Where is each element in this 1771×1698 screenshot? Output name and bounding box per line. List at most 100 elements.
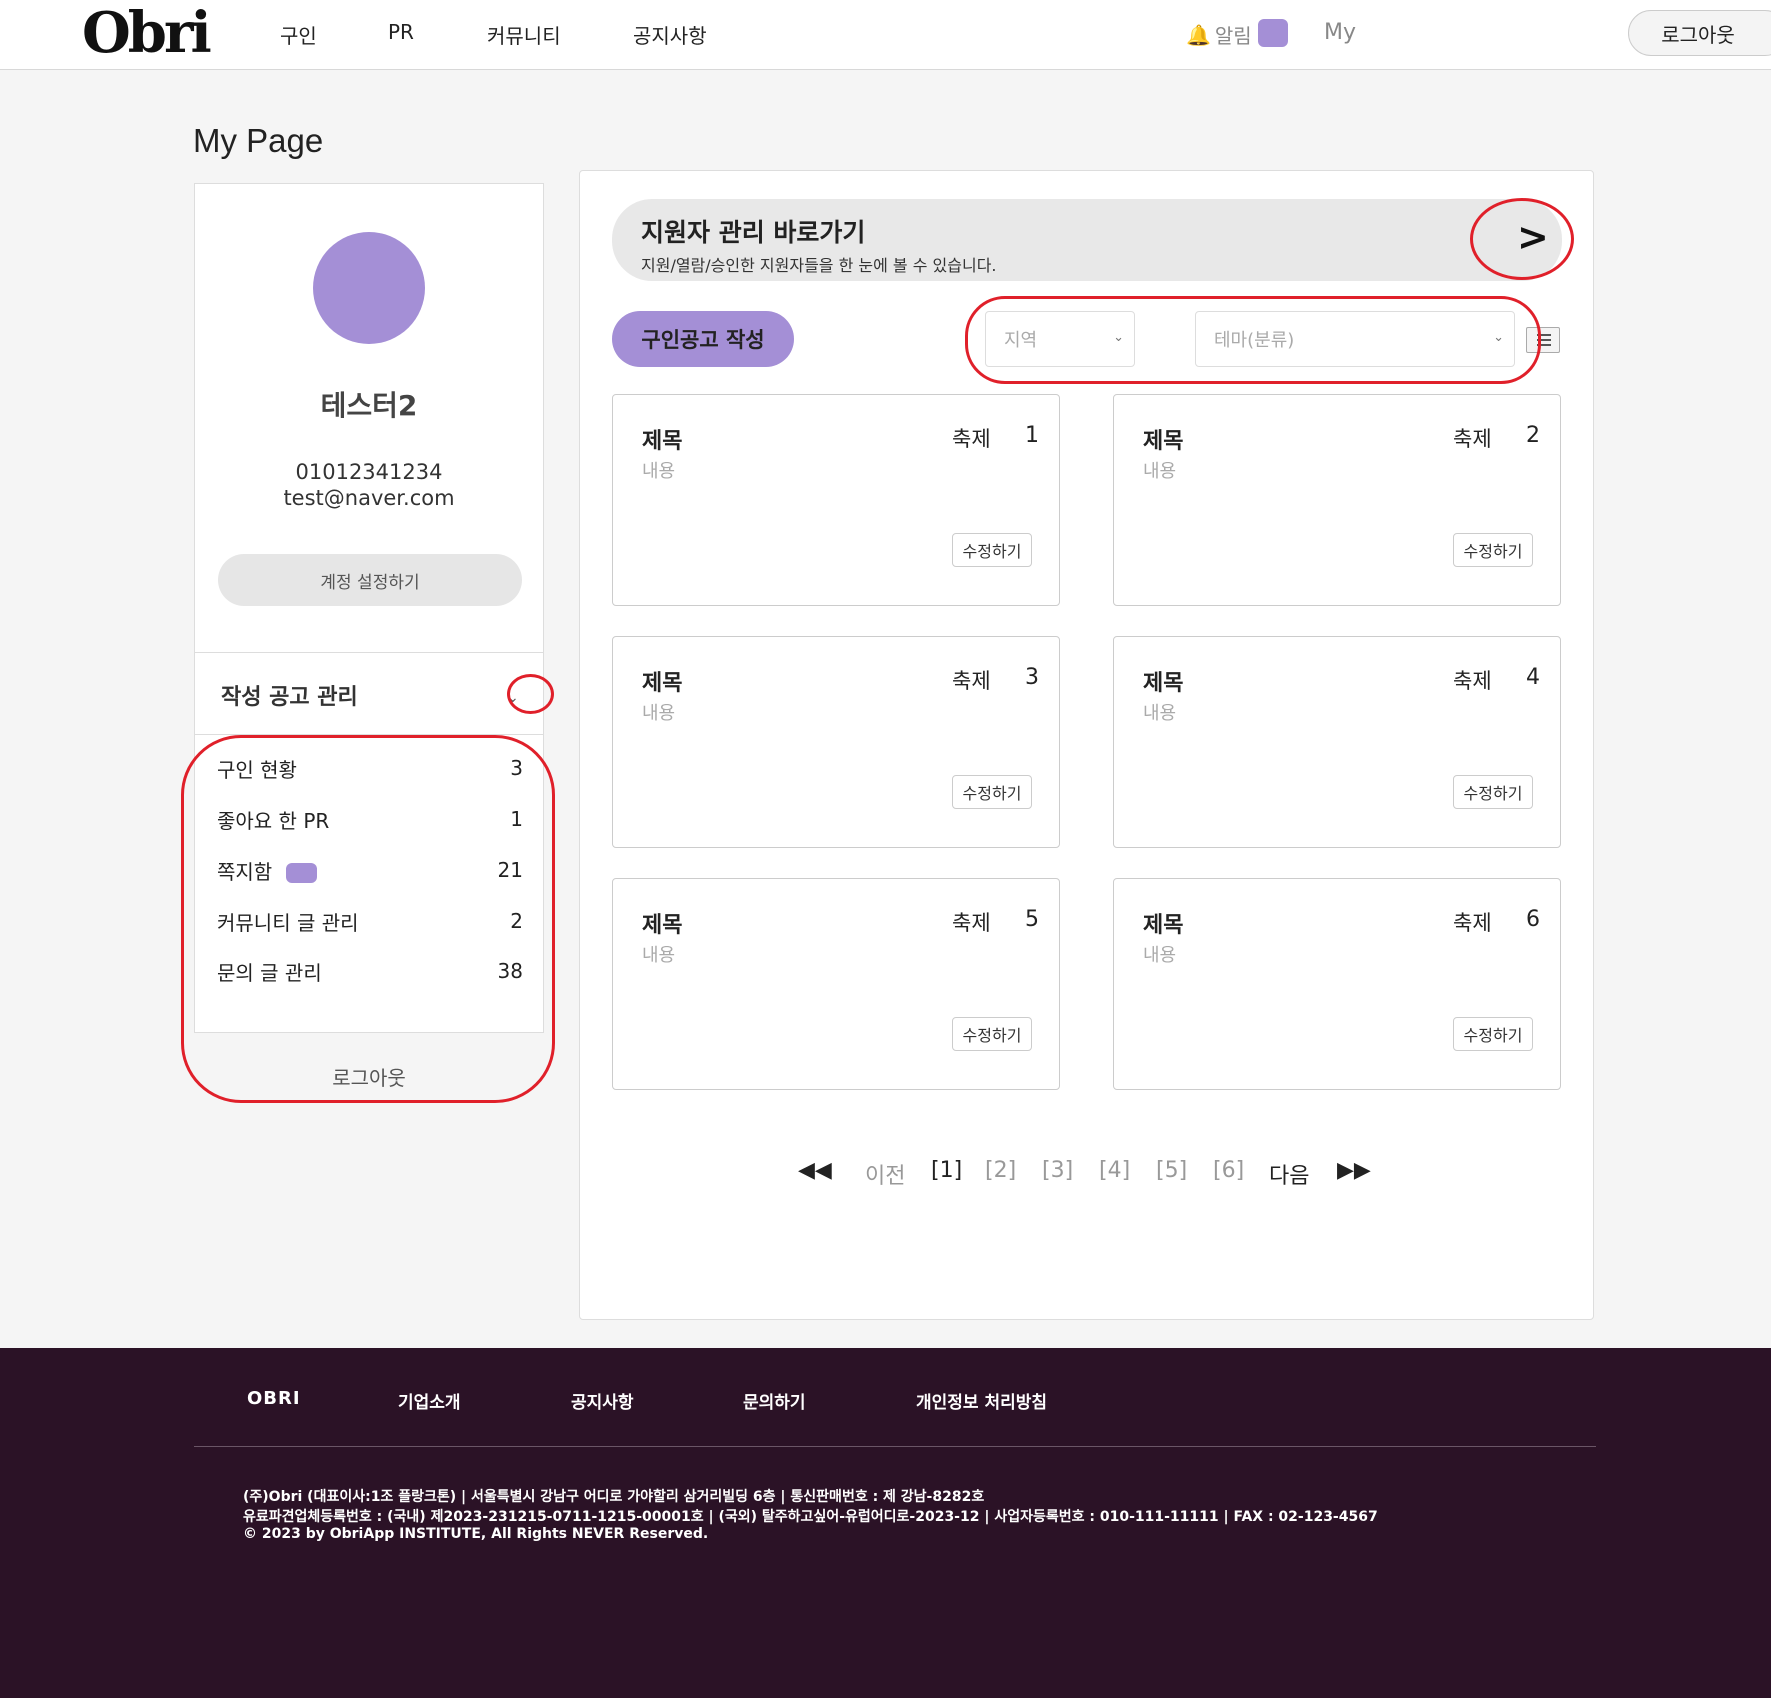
page-6[interactable]: [6] xyxy=(1213,1158,1244,1183)
footer-link-privacy[interactable]: 개인정보 처리방침 xyxy=(916,1388,1047,1413)
list-item[interactable]: 문의 글 관리 38 xyxy=(217,956,523,986)
pagination: ◀◀ 이전 [1] [2] [3] [4] [5] [6] 다음 ▶▶ xyxy=(0,1158,1771,1190)
list-item[interactable]: 커뮤니티 글 관리 2 xyxy=(217,906,523,936)
list-item-label: 구인 현황 xyxy=(217,757,297,782)
banner-title: 지원자 관리 바로가기 xyxy=(641,218,866,247)
list-item-count: 21 xyxy=(497,858,523,882)
post-card[interactable]: 제목 내용 축제 6 수정하기 xyxy=(1113,878,1561,1090)
list-item[interactable]: 구인 현황 3 xyxy=(217,753,523,783)
applicant-shortcut-banner[interactable]: 지원자 관리 바로가기 지원/열람/승인한 지원자들을 한 눈에 볼 수 있습니… xyxy=(612,199,1562,281)
profile-email: test@naver.com xyxy=(283,486,455,510)
list-item-label: 커뮤니티 글 관리 xyxy=(217,910,359,935)
nav-notice[interactable]: 공지사항 xyxy=(633,20,707,49)
alarm-link[interactable]: 🔔 알림 xyxy=(1186,20,1252,49)
page-5[interactable]: [5] xyxy=(1156,1158,1187,1183)
card-category: 축제 xyxy=(952,427,991,451)
list-view-icon[interactable] xyxy=(1526,327,1560,353)
post-card[interactable]: 제목 내용 축제 4 수정하기 xyxy=(1113,636,1561,848)
profile-name: 테스터2 xyxy=(320,389,418,422)
card-number: 3 xyxy=(1025,665,1039,690)
profile-card: 테스터2 01012341234 test@naver.com 계정 설정하기 xyxy=(194,183,544,653)
post-card[interactable]: 제목 내용 축제 2 수정하기 xyxy=(1113,394,1561,606)
card-number: 5 xyxy=(1025,907,1039,932)
post-card[interactable]: 제목 내용 축제 5 수정하기 xyxy=(612,878,1060,1090)
footer-link-notice[interactable]: 공지사항 xyxy=(571,1388,634,1413)
footer-registration-info: 유료파견업체등록번호 : (국내) 제2023-231215-0711-1215… xyxy=(243,1509,1378,1525)
post-card[interactable]: 제목 내용 축제 3 수정하기 xyxy=(612,636,1060,848)
region-select-value: 지역 xyxy=(1004,330,1038,351)
footer-logo[interactable]: OBRI xyxy=(247,1388,301,1409)
edit-button[interactable]: 수정하기 xyxy=(1453,1017,1533,1051)
card-content: 내용 xyxy=(1143,461,1177,482)
list-item-label: 좋아요 한 PR xyxy=(217,808,330,833)
card-category: 축제 xyxy=(1453,911,1492,935)
banner-subtitle: 지원/열람/승인한 지원자들을 한 눈에 볼 수 있습니다. xyxy=(641,256,997,275)
page-3[interactable]: [3] xyxy=(1042,1158,1073,1183)
edit-button[interactable]: 수정하기 xyxy=(1453,775,1533,809)
card-category: 축제 xyxy=(952,911,991,935)
prev-page-button[interactable]: 이전 xyxy=(865,1158,905,1190)
edit-button[interactable]: 수정하기 xyxy=(1453,533,1533,567)
card-content: 내용 xyxy=(1143,945,1177,966)
list-item[interactable]: 쪽지함 21 xyxy=(217,855,523,885)
footer-link-about[interactable]: 기업소개 xyxy=(398,1388,461,1413)
profile-phone: 01012341234 xyxy=(295,460,443,484)
nav-community[interactable]: 커뮤니티 xyxy=(487,20,561,49)
account-settings-button[interactable]: 계정 설정하기 xyxy=(218,554,522,606)
my-link[interactable]: My xyxy=(1324,20,1356,45)
list-item[interactable]: 좋아요 한 PR 1 xyxy=(217,804,523,834)
footer-link-contact[interactable]: 문의하기 xyxy=(743,1388,806,1413)
manage-section-header[interactable]: 작성 공고 관리 ⌄ xyxy=(194,653,544,735)
manage-title: 작성 공고 관리 xyxy=(221,685,358,710)
card-title: 제목 xyxy=(1143,671,1184,696)
footer: OBRI 기업소개 공지사항 문의하기 개인정보 처리방침 (주)Obri (대… xyxy=(0,1348,1771,1698)
footer-divider xyxy=(194,1446,1596,1447)
edit-button[interactable]: 수정하기 xyxy=(952,775,1032,809)
card-title: 제목 xyxy=(1143,429,1184,454)
region-select[interactable]: 지역 ⌄ xyxy=(985,311,1135,367)
card-number: 6 xyxy=(1526,907,1540,932)
nav-recruit[interactable]: 구인 xyxy=(280,20,317,49)
avatar xyxy=(313,232,425,344)
list-item-label: 쪽지함 xyxy=(217,859,273,884)
write-post-button[interactable]: 구인공고 작성 xyxy=(612,311,794,367)
post-card[interactable]: 제목 내용 축제 1 수정하기 xyxy=(612,394,1060,606)
footer-company-info: (주)Obri (대표이사:1조 플랑크톤) | 서울특별시 강남구 어디로 가… xyxy=(243,1489,985,1505)
arrow-right-icon[interactable]: > xyxy=(1517,215,1549,259)
top-header: Obri 구인 PR 커뮤니티 공지사항 🔔 알림 My 로그아웃 xyxy=(0,0,1771,70)
card-number: 1 xyxy=(1025,423,1039,448)
chevron-down-icon: ⌄ xyxy=(1113,330,1124,345)
card-content: 내용 xyxy=(1143,703,1177,724)
list-item-count: 2 xyxy=(510,909,523,933)
edit-button[interactable]: 수정하기 xyxy=(952,533,1032,567)
first-page-button[interactable]: ◀◀ xyxy=(798,1158,832,1183)
main-panel: 지원자 관리 바로가기 지원/열람/승인한 지원자들을 한 눈에 볼 수 있습니… xyxy=(579,170,1594,1320)
list-item-count: 38 xyxy=(497,959,523,983)
chevron-down-icon[interactable]: ⌄ xyxy=(507,691,521,705)
card-title: 제목 xyxy=(642,671,683,696)
footer-copyright: © 2023 by ObriApp INSTITUTE, All Rights … xyxy=(243,1526,709,1542)
list-item-count: 3 xyxy=(510,756,523,780)
page-2[interactable]: [2] xyxy=(985,1158,1016,1183)
card-category: 축제 xyxy=(1453,427,1492,451)
theme-select[interactable]: 테마(분류) ⌄ xyxy=(1195,311,1515,367)
page-title: My Page xyxy=(193,122,324,159)
card-content: 내용 xyxy=(642,461,676,482)
header-logout-button[interactable]: 로그아웃 xyxy=(1628,10,1771,56)
obri-logo[interactable]: Obri xyxy=(82,0,212,66)
sidebar-logout-link[interactable]: 로그아웃 xyxy=(194,1062,544,1091)
card-number: 2 xyxy=(1526,423,1540,448)
card-content: 내용 xyxy=(642,703,676,724)
next-page-button[interactable]: 다음 xyxy=(1269,1158,1309,1190)
last-page-button[interactable]: ▶▶ xyxy=(1337,1158,1371,1183)
alarm-label: 알림 xyxy=(1214,24,1252,48)
page-4[interactable]: [4] xyxy=(1099,1158,1130,1183)
bell-icon: 🔔 xyxy=(1186,22,1211,47)
card-title: 제목 xyxy=(642,913,683,938)
page-1[interactable]: [1] xyxy=(931,1158,962,1183)
card-title: 제목 xyxy=(642,429,683,454)
edit-button[interactable]: 수정하기 xyxy=(952,1017,1032,1051)
nav-pr[interactable]: PR xyxy=(388,20,414,44)
theme-select-value: 테마(분류) xyxy=(1214,330,1295,351)
card-category: 축제 xyxy=(952,669,991,693)
